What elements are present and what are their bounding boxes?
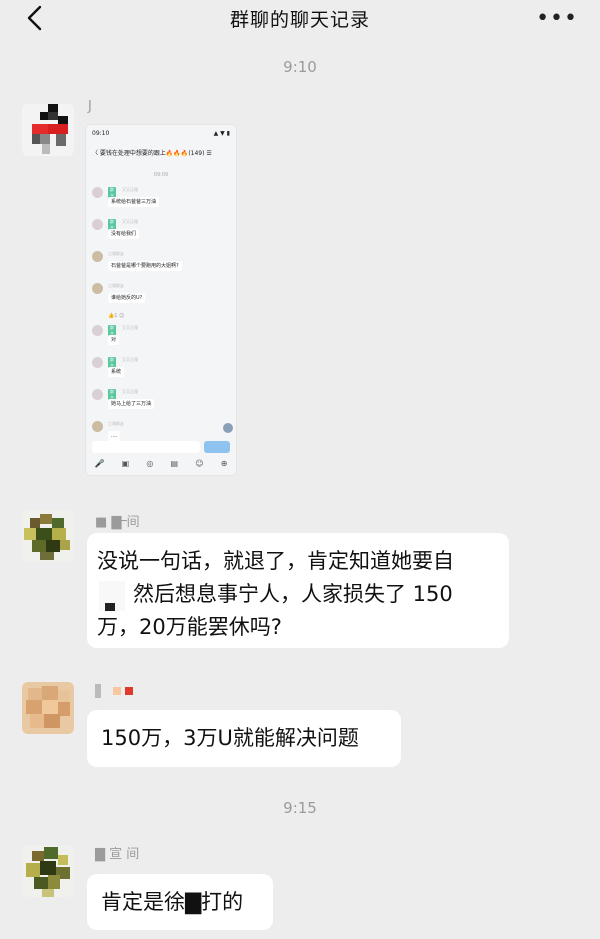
sender-name: ■ ▇᠆间 bbox=[95, 515, 140, 530]
embedded-send-button bbox=[204, 441, 230, 453]
message-text: 150万，3万U就能解决问题 bbox=[101, 726, 359, 750]
embedded-input bbox=[92, 441, 200, 453]
plus-icon: ⊕ bbox=[220, 459, 228, 468]
embedded-toolbar: 🎤 ▣ ◎ ▤ ☺ ⊕ bbox=[86, 459, 236, 468]
camera-icon: ◎ bbox=[146, 459, 154, 468]
message-text: 没说一句话，就退了，肯定知道她要自 bbox=[97, 549, 454, 573]
mic-icon: 🎤 bbox=[94, 459, 105, 468]
embedded-time: 09:09 bbox=[153, 172, 169, 178]
embedded-title: 〈 要钱在处理中想要的跟上🔥🔥🔥(149) ☰ bbox=[92, 150, 212, 157]
avatar[interactable] bbox=[22, 510, 74, 562]
message-bubble[interactable]: 没说一句话，就退了，肯定知道她要自 然后想息事宁人，人家损失了 150 万，20… bbox=[87, 533, 509, 648]
timestamp: 9:15 bbox=[283, 799, 317, 817]
file-icon: ▤ bbox=[170, 459, 179, 468]
avatar[interactable] bbox=[22, 845, 74, 897]
image-icon: ▣ bbox=[121, 459, 130, 468]
more-icon[interactable]: ••• bbox=[536, 6, 578, 31]
chat-header: 群聊的聊天记录 ••• bbox=[0, 0, 600, 38]
message-text: 肯定是徐▇打的 bbox=[101, 890, 244, 914]
avatar[interactable] bbox=[22, 104, 74, 156]
avatar[interactable] bbox=[22, 682, 74, 734]
embedded-reaction: 👍1 ☺ bbox=[108, 313, 125, 319]
status-time: 09:10 bbox=[92, 130, 110, 137]
page-title: 群聊的聊天记录 bbox=[229, 8, 370, 31]
sender-name bbox=[95, 683, 134, 698]
shared-screenshot-image[interactable]: 09:10 ▲ ▼ ▮ 〈 要钱在处理中想要的跟上🔥🔥🔥(149) ☰ 09:0… bbox=[86, 125, 236, 475]
sender-name: ▇ 宣 间 bbox=[95, 847, 140, 862]
emoji-icon: ☺ bbox=[195, 459, 204, 468]
back-icon[interactable] bbox=[22, 4, 50, 32]
timestamp: 9:10 bbox=[283, 58, 317, 76]
sender-name: J bbox=[88, 99, 92, 114]
message-bubble[interactable]: 肯定是徐▇打的 bbox=[87, 874, 273, 930]
redaction-mark bbox=[105, 603, 115, 611]
message-bubble[interactable]: 150万，3万U就能解决问题 bbox=[87, 710, 401, 767]
message-text: 万，20万能罢休吗? bbox=[97, 615, 282, 639]
status-icons: ▲ ▼ ▮ bbox=[213, 130, 230, 137]
scroll-down-icon bbox=[223, 423, 233, 433]
message-text: 然后想息事宁人，人家损失了 150 bbox=[133, 582, 453, 606]
